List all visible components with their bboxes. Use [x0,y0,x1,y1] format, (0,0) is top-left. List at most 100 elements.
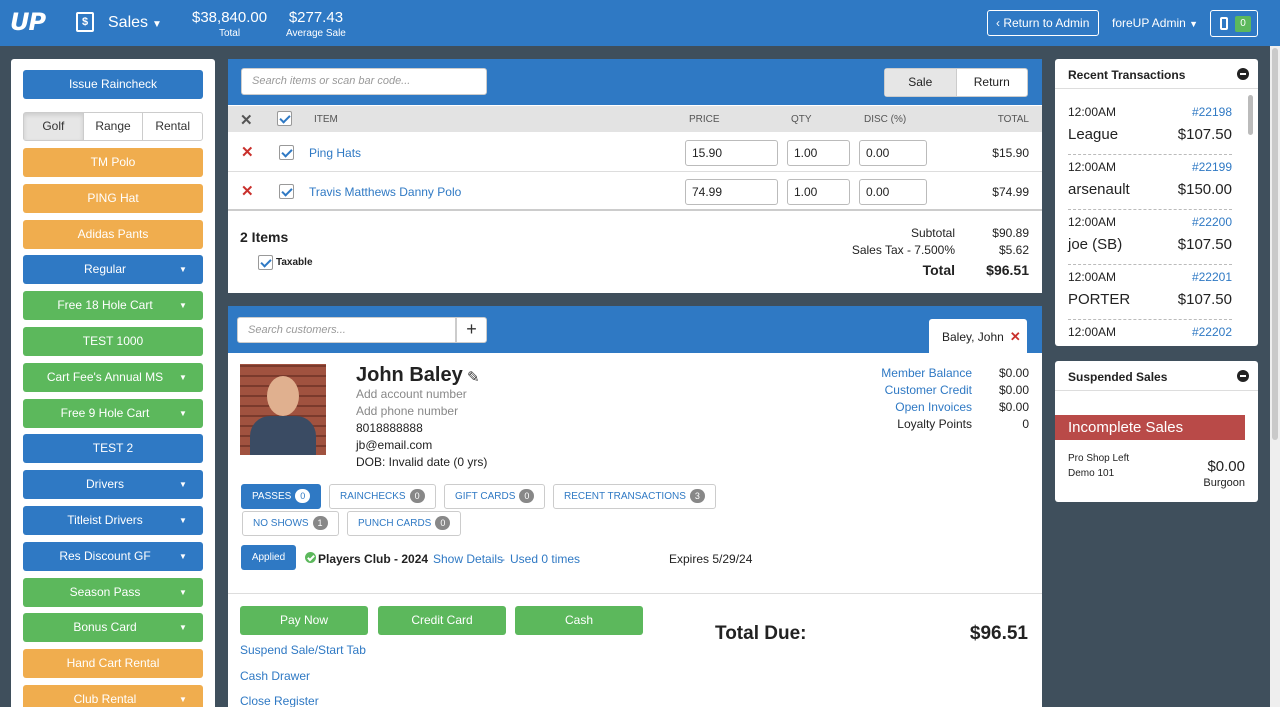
quick-button-label: Free 18 Hole Cart [57,298,153,313]
device-button[interactable]: 0 [1210,10,1258,37]
transaction-id-link[interactable]: #22199 [1192,160,1232,174]
suspended-location[interactable]: Pro Shop Left [1068,453,1129,464]
quick-button[interactable]: Free 18 Hole Cart ▼ [23,291,203,321]
quick-button[interactable]: Titleist Drivers ▼ [23,506,203,535]
item-name-link[interactable]: Travis Matthews Danny Polo [309,185,461,199]
taxable-checkbox[interactable] [258,255,273,270]
pay-now-button[interactable]: Pay Now [240,606,368,635]
item-search-input[interactable]: Search items or scan bar code... [241,68,487,95]
show-details-link[interactable]: Show Details [433,552,503,566]
chevron-down-icon[interactable]: ▼ [179,399,203,428]
app-logo[interactable]: UP [10,8,46,36]
tab-rainchecks[interactable]: RAINCHECKS 0 [329,484,436,509]
tab-gift-cards[interactable]: GIFT CARDS 0 [444,484,546,509]
qty-input[interactable]: 1.00 [787,140,850,166]
open-invoices-link[interactable]: Open Invoices [895,400,972,414]
pill-count: 0 [519,489,535,503]
quick-button[interactable]: TEST 2 [23,434,203,464]
chevron-down-icon[interactable]: ▼ [179,470,203,499]
chevron-down-icon[interactable]: ▼ [179,542,203,571]
account-number-field[interactable]: Add account number [356,387,467,401]
quick-button[interactable]: Free 9 Hole Cart ▼ [23,398,203,428]
price-input[interactable]: 15.90 [685,140,778,166]
issue-raincheck-button[interactable]: Issue Raincheck [23,70,203,99]
quick-button[interactable]: Res Discount GF ▼ [23,541,203,571]
tab-recent-transactions[interactable]: RECENT TRANSACTIONS 3 [553,484,716,509]
quick-button[interactable]: Club Rental ▼ [23,685,203,707]
pass-name: Players Club - 2024 [318,552,429,566]
total-label: Total [218,28,241,39]
discount-input[interactable]: 0.00 [859,140,927,166]
quick-button[interactable]: TM Polo [23,148,203,177]
quick-button-label: Res Discount GF [59,548,151,563]
collapse-icon[interactable] [1237,68,1249,80]
close-icon[interactable]: ✕ [1010,329,1021,344]
tab-punch-cards[interactable]: PUNCH CARDS 0 [347,511,462,536]
close-register-link[interactable]: Close Register [240,694,319,707]
quick-button[interactable]: Cart Fee's Annual MS ▼ [23,362,203,392]
tab-range[interactable]: Range [84,113,144,140]
customer-search-input[interactable]: Search customers... [237,317,456,343]
chevron-down-icon[interactable]: ▼ [179,613,203,642]
chevron-down-icon[interactable]: ▼ [179,291,203,320]
transaction-id-link[interactable]: #22202 [1192,325,1232,339]
item-checkbox[interactable] [279,184,294,199]
return-mode-button[interactable]: Return [957,69,1028,96]
transaction-id-link[interactable]: #22201 [1192,270,1232,284]
cash-button[interactable]: Cash [515,606,643,635]
quick-button[interactable]: Adidas Pants [23,219,203,249]
chevron-down-icon[interactable]: ▼ [179,255,203,284]
qty-input[interactable]: 1.00 [787,179,850,205]
discount-input[interactable]: 0.00 [859,179,927,205]
transaction-id-link[interactable]: #22200 [1192,215,1232,229]
register-icon[interactable]: $ [76,12,94,32]
remove-item-icon[interactable]: ✕ [241,182,254,200]
chevron-down-icon[interactable]: ▼ [179,363,203,392]
member-balance-link[interactable]: Member Balance [881,366,972,380]
customer-tab[interactable]: Baley, John ✕ [929,319,1027,353]
line-total: $74.99 [992,185,1029,199]
tab-rental[interactable]: Rental [143,113,202,140]
quick-button[interactable]: Bonus Card ▼ [23,613,203,643]
quick-button[interactable]: PING Hat [23,183,203,213]
quick-button[interactable]: Drivers ▼ [23,470,203,500]
add-customer-button[interactable]: + [456,317,487,343]
remove-all-icon[interactable]: ✕ [240,111,253,129]
item-name-link[interactable]: Ping Hats [309,146,361,160]
module-menu[interactable]: Sales ▼ [108,14,162,32]
chevron-down-icon[interactable]: ▼ [179,578,203,607]
transaction-item: 12:00AM #22200 joe (SB) $107.50 [1068,209,1232,265]
price-input[interactable]: 74.99 [685,179,778,205]
transaction-id-link[interactable]: #22198 [1192,105,1232,119]
cart-header: Search items or scan bar code... Sale Re… [228,59,1042,105]
sale-mode-button[interactable]: Sale [885,69,957,96]
return-to-admin-button[interactable]: ‹ Return to Admin [987,10,1099,36]
transaction-item: 12:00AM #22202 [1068,319,1232,346]
scrollbar[interactable] [1248,95,1253,135]
item-checkbox[interactable] [279,145,294,160]
quick-button[interactable]: Hand Cart Rental [23,649,203,679]
quick-button[interactable]: TEST 1000 [23,327,203,356]
admin-user-menu[interactable]: foreUP Admin ▼ [1112,16,1198,30]
used-times-link[interactable]: Used 0 times [510,552,580,566]
edit-icon[interactable]: ✎ [467,368,480,386]
tab-no-shows[interactable]: NO SHOWS 1 [242,511,339,536]
tab-golf[interactable]: Golf [24,113,84,140]
tab-passes[interactable]: PASSES 0 [241,484,322,509]
page-scrollbar[interactable] [1270,46,1280,707]
collapse-icon[interactable] [1237,370,1249,382]
chevron-down-icon[interactable]: ▼ [179,506,203,535]
phone-number-field[interactable]: Add phone number [356,404,458,418]
quick-button[interactable]: Regular ▼ [23,255,203,285]
chevron-down-icon[interactable]: ▼ [179,685,203,707]
cash-drawer-link[interactable]: Cash Drawer [240,669,310,683]
quick-button[interactable]: Season Pass ▼ [23,577,203,607]
remove-item-icon[interactable]: ✕ [241,143,254,161]
applied-button[interactable]: Applied [241,545,296,570]
credit-card-button[interactable]: Credit Card [378,606,506,635]
suspend-sale-link[interactable]: Suspend Sale/Start Tab [240,643,366,657]
select-all-checkbox[interactable] [277,111,292,126]
pill-label: PUNCH CARDS [358,518,432,529]
customer-credit-link[interactable]: Customer Credit [885,383,972,397]
incomplete-sales-banner: Incomplete Sales [1055,415,1245,440]
